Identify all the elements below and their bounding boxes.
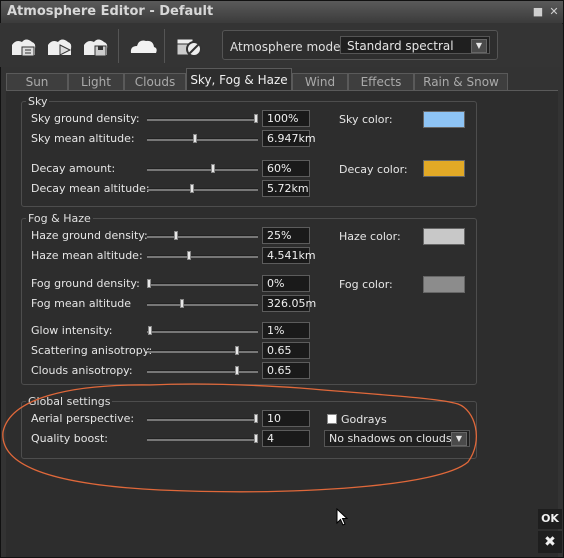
sky-mean-altitude-slider[interactable] (147, 138, 258, 141)
quality-boost-value-field[interactable]: 4 (262, 430, 310, 447)
tab-bar: Sun Light Clouds Sky, Fog & Haze Wind Ef… (6, 68, 558, 91)
fog-color-label: Fog color: (339, 278, 393, 291)
fog-ground-density-slider-thumb[interactable] (147, 279, 151, 288)
sky-ground-density-slider-thumb[interactable] (254, 114, 258, 123)
minimize-button[interactable]: ■ (531, 5, 545, 19)
global-settings-group-title: Global settings (26, 395, 113, 408)
glow-intensity-slider[interactable] (147, 330, 258, 333)
decay-mean-altitude-label: Decay mean altitude: (31, 182, 150, 195)
scattering-anisotropy-slider[interactable] (147, 350, 258, 353)
sky-mean-altitude-value-field[interactable]: 6.947km (262, 130, 316, 147)
fog-mean-altitude-slider-thumb[interactable] (180, 299, 184, 308)
haze-ground-density-slider[interactable] (147, 235, 258, 238)
fog-mean-altitude-value-field[interactable]: 326.05m (262, 295, 316, 312)
atmosphere-model-select[interactable]: Standard spectral ▼ (340, 36, 490, 54)
title-bar[interactable]: Atmosphere Editor - Default ■ ✕ (1, 1, 563, 24)
haze-mean-altitude-value-field[interactable]: 4.541km (262, 247, 316, 264)
fog-mean-altitude-slider[interactable] (147, 303, 258, 306)
cloud-icon[interactable] (128, 33, 158, 59)
mouse-cursor-icon (336, 508, 349, 526)
quality-boost-slider[interactable] (147, 438, 258, 441)
scattering-anisotropy-slider-thumb[interactable] (235, 346, 239, 355)
scattering-anisotropy-label: Scattering anisotropy: (31, 344, 153, 357)
sky-color-label: Sky color: (339, 113, 393, 126)
aerial-perspective-slider-thumb[interactable] (254, 414, 258, 423)
tab-rain-snow[interactable]: Rain & Snow (414, 73, 508, 90)
clouds-anisotropy-slider[interactable] (147, 370, 258, 373)
haze-ground-density-value-field[interactable]: 25% (262, 227, 310, 244)
close-window-button[interactable]: ✕ (547, 5, 561, 19)
sky-ground-density-value-field[interactable]: 100% (262, 110, 310, 127)
decay-amount-slider-thumb[interactable] (211, 164, 215, 173)
toolbar-divider (118, 29, 119, 63)
reset-preset-icon[interactable] (80, 33, 110, 59)
haze-mean-altitude-slider-thumb[interactable] (187, 251, 191, 260)
decay-color-label: Decay color: (339, 163, 408, 176)
decay-mean-altitude-slider-thumb[interactable] (190, 184, 194, 193)
tab-clouds[interactable]: Clouds (124, 73, 186, 90)
chevron-down-icon: ▼ (451, 432, 467, 446)
tab-effects[interactable]: Effects (348, 73, 414, 90)
tab-sky-fog-haze[interactable]: Sky, Fog & Haze (186, 68, 292, 90)
quality-boost-label: Quality boost: (31, 432, 108, 445)
glow-intensity-value-field[interactable]: 1% (262, 322, 310, 339)
fog-color-swatch[interactable] (423, 276, 465, 293)
decay-amount-slider[interactable] (147, 168, 258, 171)
tab-light[interactable]: Light (68, 73, 124, 90)
godrays-checkbox[interactable] (327, 414, 337, 424)
fog-ground-density-value-field[interactable]: 0% (262, 275, 310, 292)
haze-color-label: Haze color: (339, 230, 401, 243)
cloud-shadows-select[interactable]: No shadows on clouds ▼ (324, 430, 470, 447)
scattering-anisotropy-value-field[interactable]: 0.65 (262, 342, 310, 359)
decay-amount-value-field[interactable]: 60% (262, 160, 310, 177)
glow-intensity-slider-thumb[interactable] (148, 326, 152, 335)
fog-haze-group-title: Fog & Haze (26, 212, 93, 225)
clapper-icon[interactable] (174, 33, 204, 59)
clouds-anisotropy-slider-thumb[interactable] (235, 366, 239, 375)
decay-mean-altitude-slider[interactable] (147, 188, 258, 191)
tab-wind[interactable]: Wind (292, 73, 348, 90)
decay-amount-label: Decay amount: (31, 162, 116, 175)
fog-ground-density-slider[interactable] (147, 283, 258, 286)
chevron-down-icon: ▼ (471, 39, 487, 53)
sky-mean-altitude-label: Sky mean altitude: (31, 132, 135, 145)
fog-ground-density-label: Fog ground density: (31, 277, 140, 290)
godrays-label: Godrays (341, 413, 387, 426)
load-preset-icon[interactable] (8, 33, 38, 59)
fog-mean-altitude-label: Fog mean altitude (31, 297, 132, 310)
atmosphere-model-value: Standard spectral (347, 39, 454, 53)
haze-mean-altitude-slider[interactable] (147, 255, 258, 258)
clouds-anisotropy-value-field[interactable]: 0.65 (262, 362, 310, 379)
sky-mean-altitude-slider-thumb[interactable] (193, 134, 197, 143)
ok-button[interactable]: OK (538, 509, 562, 529)
sky-group-title: Sky (26, 95, 50, 108)
haze-ground-density-label: Haze ground density: (31, 229, 148, 242)
cloud-shadows-value: No shadows on clouds (329, 432, 452, 445)
clouds-anisotropy-label: Clouds anisotropy: (31, 364, 133, 377)
sky-ground-density-slider[interactable] (147, 118, 258, 121)
haze-color-swatch[interactable] (423, 228, 465, 245)
toolbar-divider (164, 29, 165, 63)
haze-ground-density-slider-thumb[interactable] (174, 231, 178, 240)
quality-boost-slider-thumb[interactable] (254, 434, 258, 443)
save-preset-icon[interactable] (44, 33, 74, 59)
window-title: Atmosphere Editor - Default (7, 4, 214, 19)
aerial-perspective-label: Aerial perspective: (31, 412, 135, 425)
decay-color-swatch[interactable] (423, 160, 465, 177)
aerial-perspective-value-field[interactable]: 10 (262, 410, 310, 427)
tab-sun[interactable]: Sun (6, 73, 68, 90)
decay-mean-altitude-value-field[interactable]: 5.72km (262, 180, 310, 197)
glow-intensity-label: Glow intensity: (31, 324, 113, 337)
sky-color-swatch[interactable] (423, 111, 465, 128)
aerial-perspective-slider[interactable] (147, 418, 258, 421)
sky-ground-density-label: Sky ground density: (31, 112, 140, 125)
cancel-button[interactable]: ✖ (538, 531, 562, 553)
haze-mean-altitude-label: Haze mean altitude: (31, 249, 143, 262)
atmosphere-model-label: Atmosphere model: (230, 40, 348, 54)
